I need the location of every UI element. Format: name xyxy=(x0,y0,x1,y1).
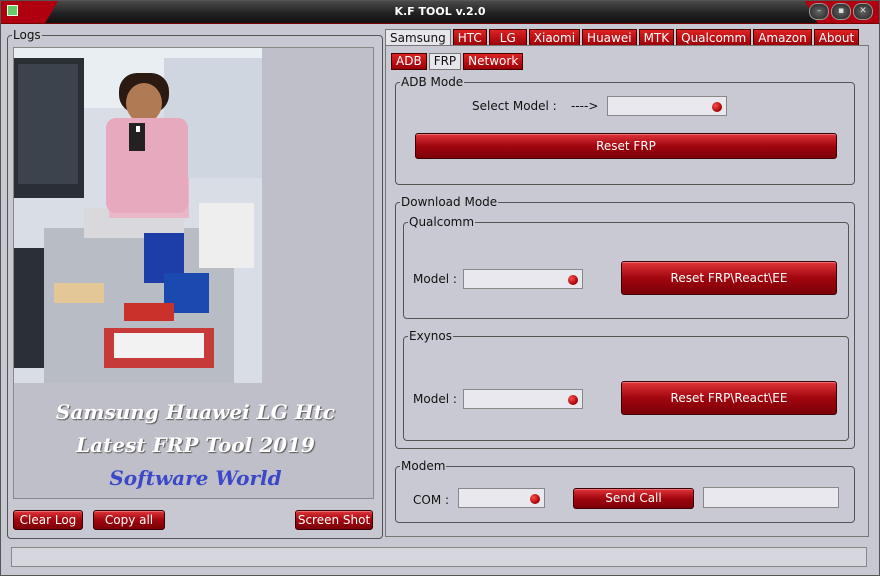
promo-line-3: Software World xyxy=(109,466,282,490)
status-dot-icon xyxy=(568,395,578,405)
com-port-select[interactable] xyxy=(458,488,545,508)
adb-mode-group: ADB Mode xyxy=(395,75,855,185)
adb-model-select[interactable] xyxy=(607,96,727,116)
com-label: COM : xyxy=(413,493,450,507)
maximize-icon[interactable]: ▪ xyxy=(831,3,851,20)
copy-all-button[interactable]: Copy all xyxy=(93,510,165,530)
tab-lg[interactable]: LG xyxy=(488,29,527,46)
logs-legend: Logs xyxy=(13,28,41,42)
reset-frp-button[interactable]: Reset FRP xyxy=(415,133,837,159)
qualcomm-legend: Qualcomm xyxy=(409,215,475,229)
modem-legend: Modem xyxy=(401,459,446,473)
exynos-reset-button[interactable]: Reset FRP\React\EE xyxy=(621,381,837,415)
samsung-subtabs: ADB FRP Network xyxy=(391,53,524,70)
status-dot-icon xyxy=(712,102,722,112)
subtab-adb[interactable]: ADB xyxy=(391,53,427,70)
tab-huawei[interactable]: Huawei xyxy=(582,29,637,46)
download-mode-legend: Download Mode xyxy=(401,195,498,209)
qualcomm-model-select[interactable] xyxy=(463,269,583,289)
send-call-button[interactable]: Send Call xyxy=(573,488,694,509)
qualcomm-reset-button[interactable]: Reset FRP\React\EE xyxy=(621,261,837,295)
select-model-label: Select Model : xyxy=(472,99,557,113)
status-dot-icon xyxy=(530,494,540,504)
minimize-icon[interactable]: – xyxy=(809,3,829,20)
status-bar xyxy=(11,547,867,567)
promo-line-1: Samsung Huawei LG Htc xyxy=(55,400,336,424)
exynos-model-select[interactable] xyxy=(463,389,583,409)
status-dot-icon xyxy=(568,275,578,285)
tab-xiaomi[interactable]: Xiaomi xyxy=(528,29,581,46)
modem-response-field[interactable] xyxy=(703,487,839,508)
clear-log-button[interactable]: Clear Log xyxy=(13,510,83,530)
qualcomm-model-label: Model : xyxy=(413,272,457,286)
tab-about[interactable]: About xyxy=(813,29,860,46)
screen-shot-button[interactable]: Screen Shot xyxy=(295,510,373,530)
subtab-frp[interactable]: FRP xyxy=(428,53,462,70)
tab-samsung[interactable]: Samsung xyxy=(385,29,451,46)
close-icon[interactable]: ✕ xyxy=(853,3,873,20)
tab-mtk[interactable]: MTK xyxy=(638,29,675,46)
tab-amazon[interactable]: Amazon xyxy=(753,29,812,46)
log-photo xyxy=(14,48,262,383)
log-output[interactable]: Samsung Huawei LG Htc Latest FRP Tool 20… xyxy=(13,47,374,499)
window-title: K.F TOOL v.2.0 xyxy=(394,5,486,18)
subtab-network[interactable]: Network xyxy=(463,53,524,70)
adb-mode-legend: ADB Mode xyxy=(401,75,464,89)
promo-line-2: Latest FRP Tool 2019 xyxy=(76,433,315,457)
tab-qualcomm[interactable]: Qualcomm xyxy=(676,29,752,46)
arrow-label: ----> xyxy=(571,99,599,113)
exynos-model-label: Model : xyxy=(413,392,457,406)
app-window: K.F TOOL v.2.0 – ▪ ✕ Logs Samsung Huawei… xyxy=(0,0,880,576)
vendor-tabs: Samsung HTC LG Xiaomi Huawei MTK Qualcom… xyxy=(385,29,860,46)
title-bar: K.F TOOL v.2.0 – ▪ ✕ xyxy=(1,1,879,24)
exynos-legend: Exynos xyxy=(409,329,452,343)
tab-htc[interactable]: HTC xyxy=(452,29,487,46)
